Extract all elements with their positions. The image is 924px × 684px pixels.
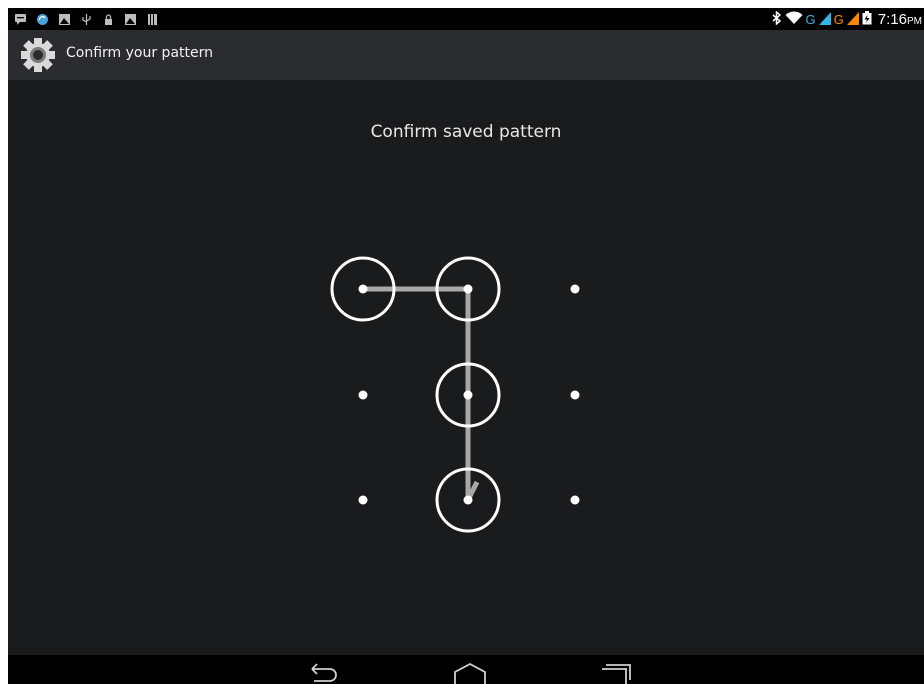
back-icon[interactable] bbox=[304, 661, 344, 684]
pattern-dot bbox=[358, 284, 368, 294]
device-screen: G G 7:16PM Confirm your pattern Confirm … bbox=[8, 8, 924, 684]
pattern-node-3[interactable] bbox=[570, 284, 580, 294]
recents-icon[interactable] bbox=[596, 661, 636, 684]
pattern-trail bbox=[363, 286, 480, 503]
pattern-dot bbox=[463, 390, 473, 400]
pattern-node-6[interactable] bbox=[570, 390, 580, 400]
navigation-bar bbox=[8, 655, 924, 684]
pattern-lock-grid[interactable] bbox=[8, 8, 924, 655]
pattern-dot bbox=[570, 390, 580, 400]
pattern-dot bbox=[358, 495, 368, 505]
pattern-trail-line bbox=[363, 286, 480, 503]
pattern-dot bbox=[463, 495, 473, 505]
pattern-node-9[interactable] bbox=[570, 495, 580, 505]
pattern-dot bbox=[358, 390, 368, 400]
pattern-node-4[interactable] bbox=[358, 390, 368, 400]
pattern-dot bbox=[570, 495, 580, 505]
pattern-node-7[interactable] bbox=[358, 495, 368, 505]
pattern-dot bbox=[463, 284, 473, 294]
pattern-dot bbox=[570, 284, 580, 294]
home-icon[interactable] bbox=[450, 661, 490, 684]
